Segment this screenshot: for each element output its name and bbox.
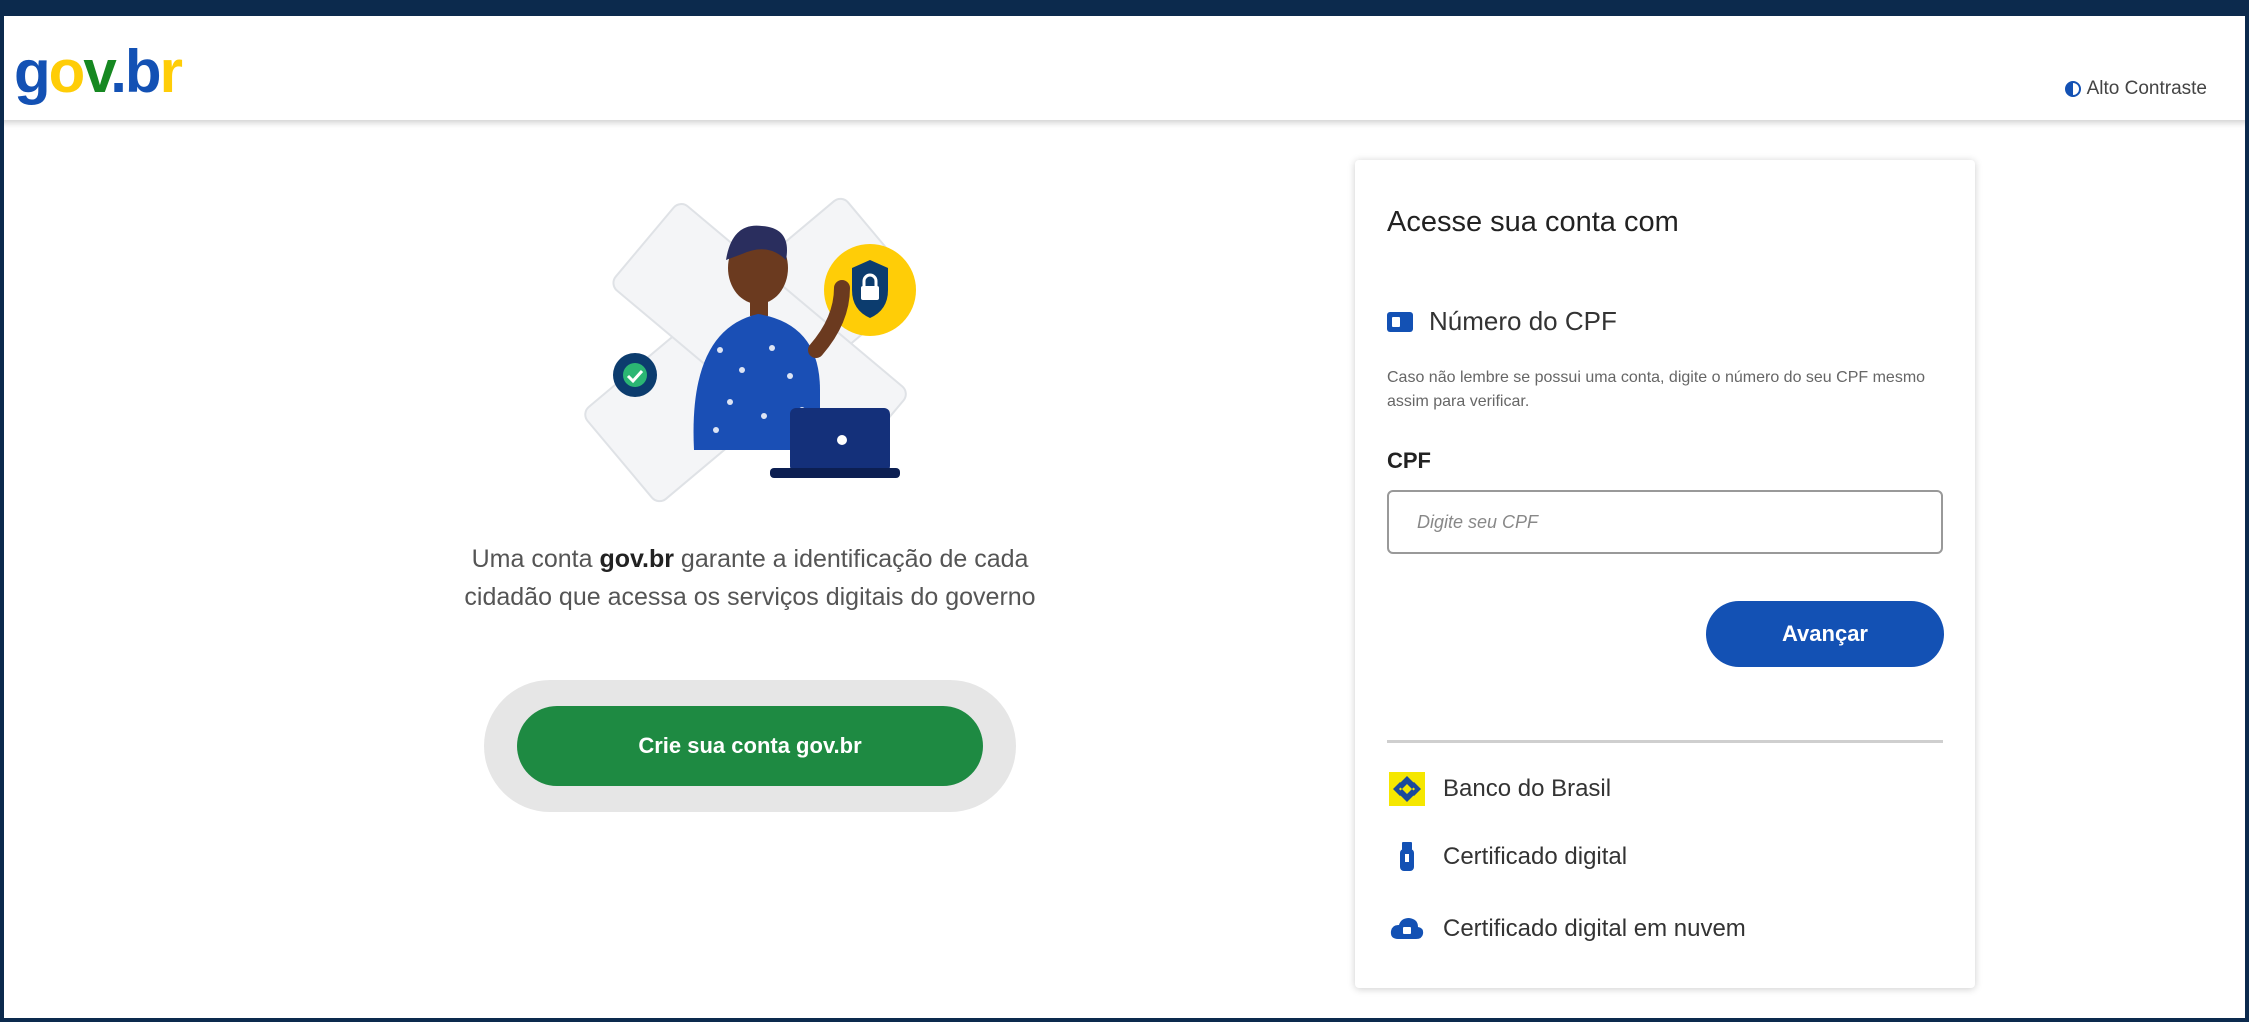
id-card-icon	[1387, 311, 1413, 332]
cpf-option-label: Número do CPF	[1429, 306, 1617, 336]
banco-do-brasil-label: Banco do Brasil	[1443, 775, 1612, 802]
card-divider	[1387, 740, 1943, 743]
description-prefix: Uma conta	[471, 545, 600, 573]
govbr-logo[interactable]: gov.br	[14, 42, 183, 102]
login-card: Acesse sua conta com Número do CPF Caso …	[1355, 160, 1975, 988]
logo-letter-v: v	[83, 38, 112, 105]
certificado-digital-label: Certificado digital	[1443, 843, 1628, 870]
logo-letter-g: g	[14, 38, 51, 105]
login-option-certificado-digital[interactable]: Certificado digital	[1387, 840, 1627, 874]
govbr-description: Uma conta gov.br garante a identificação…	[380, 540, 1120, 616]
description-line2: cidadão que acessa os serviços digitais …	[464, 583, 1036, 611]
next-button[interactable]: Avançar	[1706, 601, 1944, 667]
top-header: gov.br Alto Contraste	[0, 16, 2249, 120]
create-account-button[interactable]: Crie sua conta gov.br	[517, 706, 983, 786]
login-option-certificado-nuvem[interactable]: Certificado digital em nuvem	[1387, 912, 1746, 946]
usb-token-icon	[1387, 840, 1427, 874]
description-brand: gov.br	[599, 545, 674, 573]
person-security-illustration	[584, 197, 916, 503]
cpf-option[interactable]: Número do CPF	[1387, 306, 1617, 337]
logo-dot: .	[110, 38, 127, 105]
high-contrast-toggle[interactable]: Alto Contraste	[2064, 78, 2207, 100]
cpf-hint-text: Caso não lembre se possui uma conta, dig…	[1387, 369, 1926, 410]
logo-letter-b: b	[124, 38, 162, 105]
description-line1-rest: garante a identificação de cada	[673, 545, 1029, 573]
logo-letter-o: o	[48, 38, 86, 105]
banco-do-brasil-icon	[1387, 772, 1427, 806]
logo-letter-r: r	[159, 38, 183, 105]
high-contrast-label: Alto Contraste	[2086, 78, 2207, 99]
cpf-field-label: CPF	[1387, 448, 1431, 473]
login-card-title: Acesse sua conta com	[1387, 206, 1679, 238]
cpf-input[interactable]	[1387, 490, 1943, 554]
login-option-banco-do-brasil[interactable]: Banco do Brasil	[1387, 772, 1611, 806]
certificado-nuvem-label: Certificado digital em nuvem	[1443, 915, 1746, 942]
cloud-icon	[1387, 912, 1427, 946]
contrast-icon	[2064, 81, 2081, 97]
